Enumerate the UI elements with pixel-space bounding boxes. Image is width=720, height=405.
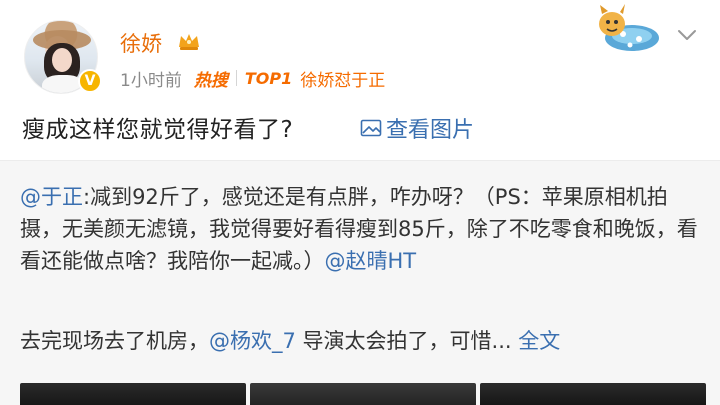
repost-card[interactable]: @于正:减到92斤了，感觉还是有点胖，咋办呀？（PS：苹果原相机拍摄，无美颜无滤… — [0, 160, 720, 405]
top-rank-badge[interactable]: TOP1 — [245, 69, 292, 88]
repost-image-thumbnail[interactable] — [250, 383, 476, 405]
hot-topic-link[interactable]: 徐娇怼于正 — [300, 66, 385, 91]
username[interactable]: 徐娇 — [120, 28, 162, 58]
repost-text: @于正:减到92斤了，感觉还是有点胖，咋办呀？（PS：苹果原相机拍摄，无美颜无滤… — [20, 181, 700, 277]
post-text: 瘦成这样您就觉得好看了? — [22, 117, 294, 143]
view-images-link[interactable]: 查看图片 — [360, 112, 474, 144]
crown-icon — [179, 34, 199, 50]
repost-image-strip — [20, 383, 706, 405]
repost-image-thumbnail[interactable] — [480, 383, 706, 405]
repost-image-thumbnail[interactable] — [20, 383, 246, 405]
hot-search-badge[interactable]: 热搜 — [194, 66, 228, 91]
full-text-link[interactable]: 全文 — [518, 329, 560, 353]
post-meta: 1小时前 热搜 TOP1 徐娇怼于正 — [120, 66, 385, 91]
image-icon — [360, 119, 382, 137]
mascot-sticker — [599, 4, 659, 51]
repost-line-2: 去完现场去了机房，@杨欢_7 导演太会拍了，可惜... 全文 — [20, 325, 710, 357]
verified-badge-icon: V — [78, 69, 102, 93]
chevron-down-icon[interactable] — [677, 28, 697, 42]
mention-line2[interactable]: @杨欢_7 — [209, 329, 296, 353]
weibo-post: V 徐娇 1小时前 热搜 TOP1 徐娇怼于正 瘦成这样您就觉得好看了? 查看图… — [0, 0, 720, 160]
line2-suffix: 导演太会拍了，可惜... — [295, 329, 519, 353]
mention-tag[interactable]: @赵晴HT — [325, 249, 417, 273]
post-time: 1小时前 — [120, 70, 182, 91]
mention-author[interactable]: @于正 — [20, 185, 83, 209]
line2-prefix: 去完现场去了机房， — [20, 329, 209, 353]
view-images-label: 查看图片 — [386, 118, 475, 143]
meta-divider — [235, 70, 237, 86]
